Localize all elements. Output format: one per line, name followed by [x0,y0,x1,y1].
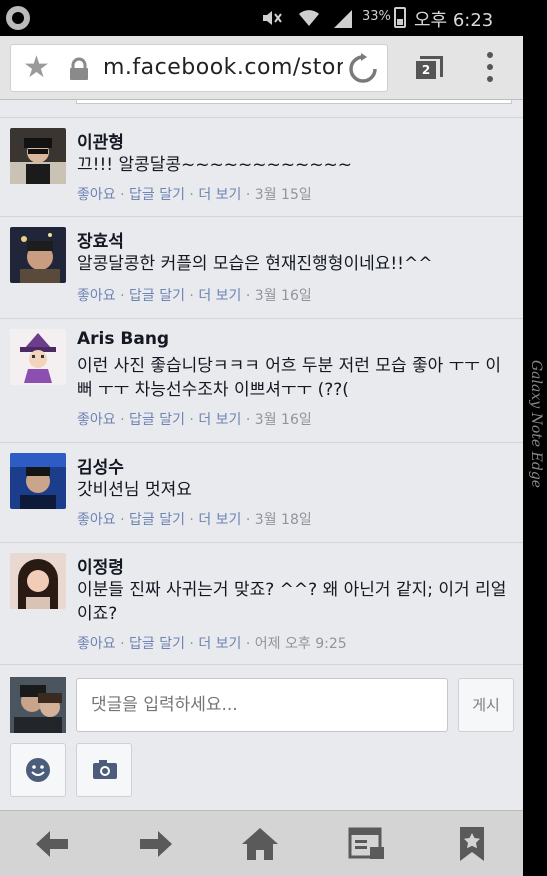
bookmark-star-icon[interactable]: ★ [23,53,50,83]
more-link[interactable]: 더 보기 [198,187,241,203]
comment-author[interactable]: Aris Bang [77,329,169,349]
post-button[interactable]: 게시 [458,678,514,732]
comment-composer: 게시 [0,664,523,810]
comment-meta: 좋아요 · 답글 달기 · 더 보기 · 3월 18일 [77,512,312,528]
browser-bottom-bar [0,810,523,876]
comment-time: 3월 15일 [254,187,312,203]
home-icon[interactable] [240,825,280,863]
emoji-button[interactable] [10,743,66,797]
like-link[interactable]: 좋아요 [77,412,116,428]
avatar[interactable] [10,553,66,609]
like-link[interactable]: 좋아요 [77,636,116,652]
address-bar[interactable]: ★ m.facebook.com/story [10,44,388,92]
like-link[interactable]: 좋아요 [77,512,116,528]
tabs-button[interactable]: 2 [412,56,443,82]
reply-link[interactable]: 답글 달기 [129,412,185,428]
device-branding: Galaxy Note Edge [528,360,544,489]
comment-meta: 좋아요 · 답글 달기 · 더 보기 · 3월 16일 [77,412,312,428]
notification-icon [6,6,30,30]
overflow-menu-icon[interactable] [482,52,498,84]
reply-link[interactable]: 답글 달기 [129,187,185,203]
mute-icon [263,11,282,25]
comment-text: 이분들 진짜 사귀는거 맞죠? ^^? 왜 아닌거 같지; 이거 리얼이죠? [77,580,507,624]
comment-time: 3월 16일 [254,288,312,304]
reload-icon[interactable] [347,53,379,85]
comment-item: Aris Bang 이런 사진 좋습니당ㅋㅋㅋ 어흐 두분 저런 모습 좋아 ㅜ… [0,318,523,442]
comment-text: 이런 사진 좋습니당ㅋㅋㅋ 어흐 두분 저런 모습 좋아 ㅜㅜ 이뻐 ㅜㅜ 차능… [77,356,501,400]
previous-content-edge [76,100,512,104]
like-link[interactable]: 좋아요 [77,187,116,203]
more-link[interactable]: 더 보기 [198,412,241,428]
comment-time: 3월 16일 [254,412,312,428]
bookmarks-icon[interactable] [452,825,492,863]
forward-arrow-icon[interactable] [136,825,176,863]
comment-item: 이관형 끄!!! 알콩달콩~~~~~~~~~~~~ 좋아요 · 답글 달기 · … [0,117,523,216]
more-link[interactable]: 더 보기 [198,288,241,304]
smiley-icon [26,758,50,782]
comments-list: 이관형 끄!!! 알콩달콩~~~~~~~~~~~~ 좋아요 · 답글 달기 · … [0,100,523,664]
browser-toolbar: ★ m.facebook.com/story 2 [0,36,523,100]
comment-author[interactable]: 이관형 [77,128,124,153]
comment-author[interactable]: 이정령 [77,553,124,578]
avatar[interactable] [10,128,66,184]
signal-icon [334,10,352,28]
comment-author[interactable]: 장효석 [77,227,124,252]
back-arrow-icon[interactable] [32,825,72,863]
camera-icon [93,760,117,779]
wifi-icon [299,10,319,26]
avatar[interactable] [10,453,66,509]
comment-time: 어제 오후 9:25 [254,636,347,652]
clock: 오후 6:23 [414,10,494,31]
comment-time: 3월 18일 [254,512,312,528]
edge-screen: Galaxy Note Edge [523,0,547,876]
comment-text: 갓비션님 멋져요 [77,480,192,500]
reply-link[interactable]: 답글 달기 [129,288,185,304]
comment-meta: 좋아요 · 답글 달기 · 더 보기 · 3월 15일 [77,187,312,203]
reply-link[interactable]: 답글 달기 [129,636,185,652]
comment-item: 장효석 알콩달콩한 커플의 모습은 현재진행형이네요!!^^ 좋아요 · 답글 … [0,216,523,318]
url-text[interactable]: m.facebook.com/story [103,55,343,80]
avatar[interactable] [10,227,66,283]
avatar[interactable] [10,329,66,385]
like-link[interactable]: 좋아요 [77,288,116,304]
comment-item: 이정령 이분들 진짜 사귀는거 맞죠? ^^? 왜 아닌거 같지; 이거 리얼이… [0,542,523,664]
comment-text: 알콩달콩한 커플의 모습은 현재진행형이네요!!^^ [77,254,433,274]
battery-icon [394,7,406,28]
comment-author[interactable]: 김성수 [77,453,124,478]
comment-meta: 좋아요 · 답글 달기 · 더 보기 · 어제 오후 9:25 [77,636,347,652]
tab-count: 2 [416,61,436,79]
reader-mode-icon[interactable] [346,825,386,863]
lock-icon [70,57,88,80]
photo-button[interactable] [76,743,132,797]
battery-percentage: 33% [362,9,391,24]
comment-meta: 좋아요 · 답글 달기 · 더 보기 · 3월 16일 [77,288,312,304]
reply-link[interactable]: 답글 달기 [129,512,185,528]
comment-text: 끄!!! 알콩달콩~~~~~~~~~~~~ [77,155,352,175]
comment-input[interactable] [76,678,448,732]
status-bar: 33% 오후 6:23 [0,0,547,36]
more-link[interactable]: 더 보기 [198,636,241,652]
comment-item: 김성수 갓비션님 멋져요 좋아요 · 답글 달기 · 더 보기 · 3월 18일 [0,442,523,542]
more-link[interactable]: 더 보기 [198,512,241,528]
my-avatar [10,677,66,733]
